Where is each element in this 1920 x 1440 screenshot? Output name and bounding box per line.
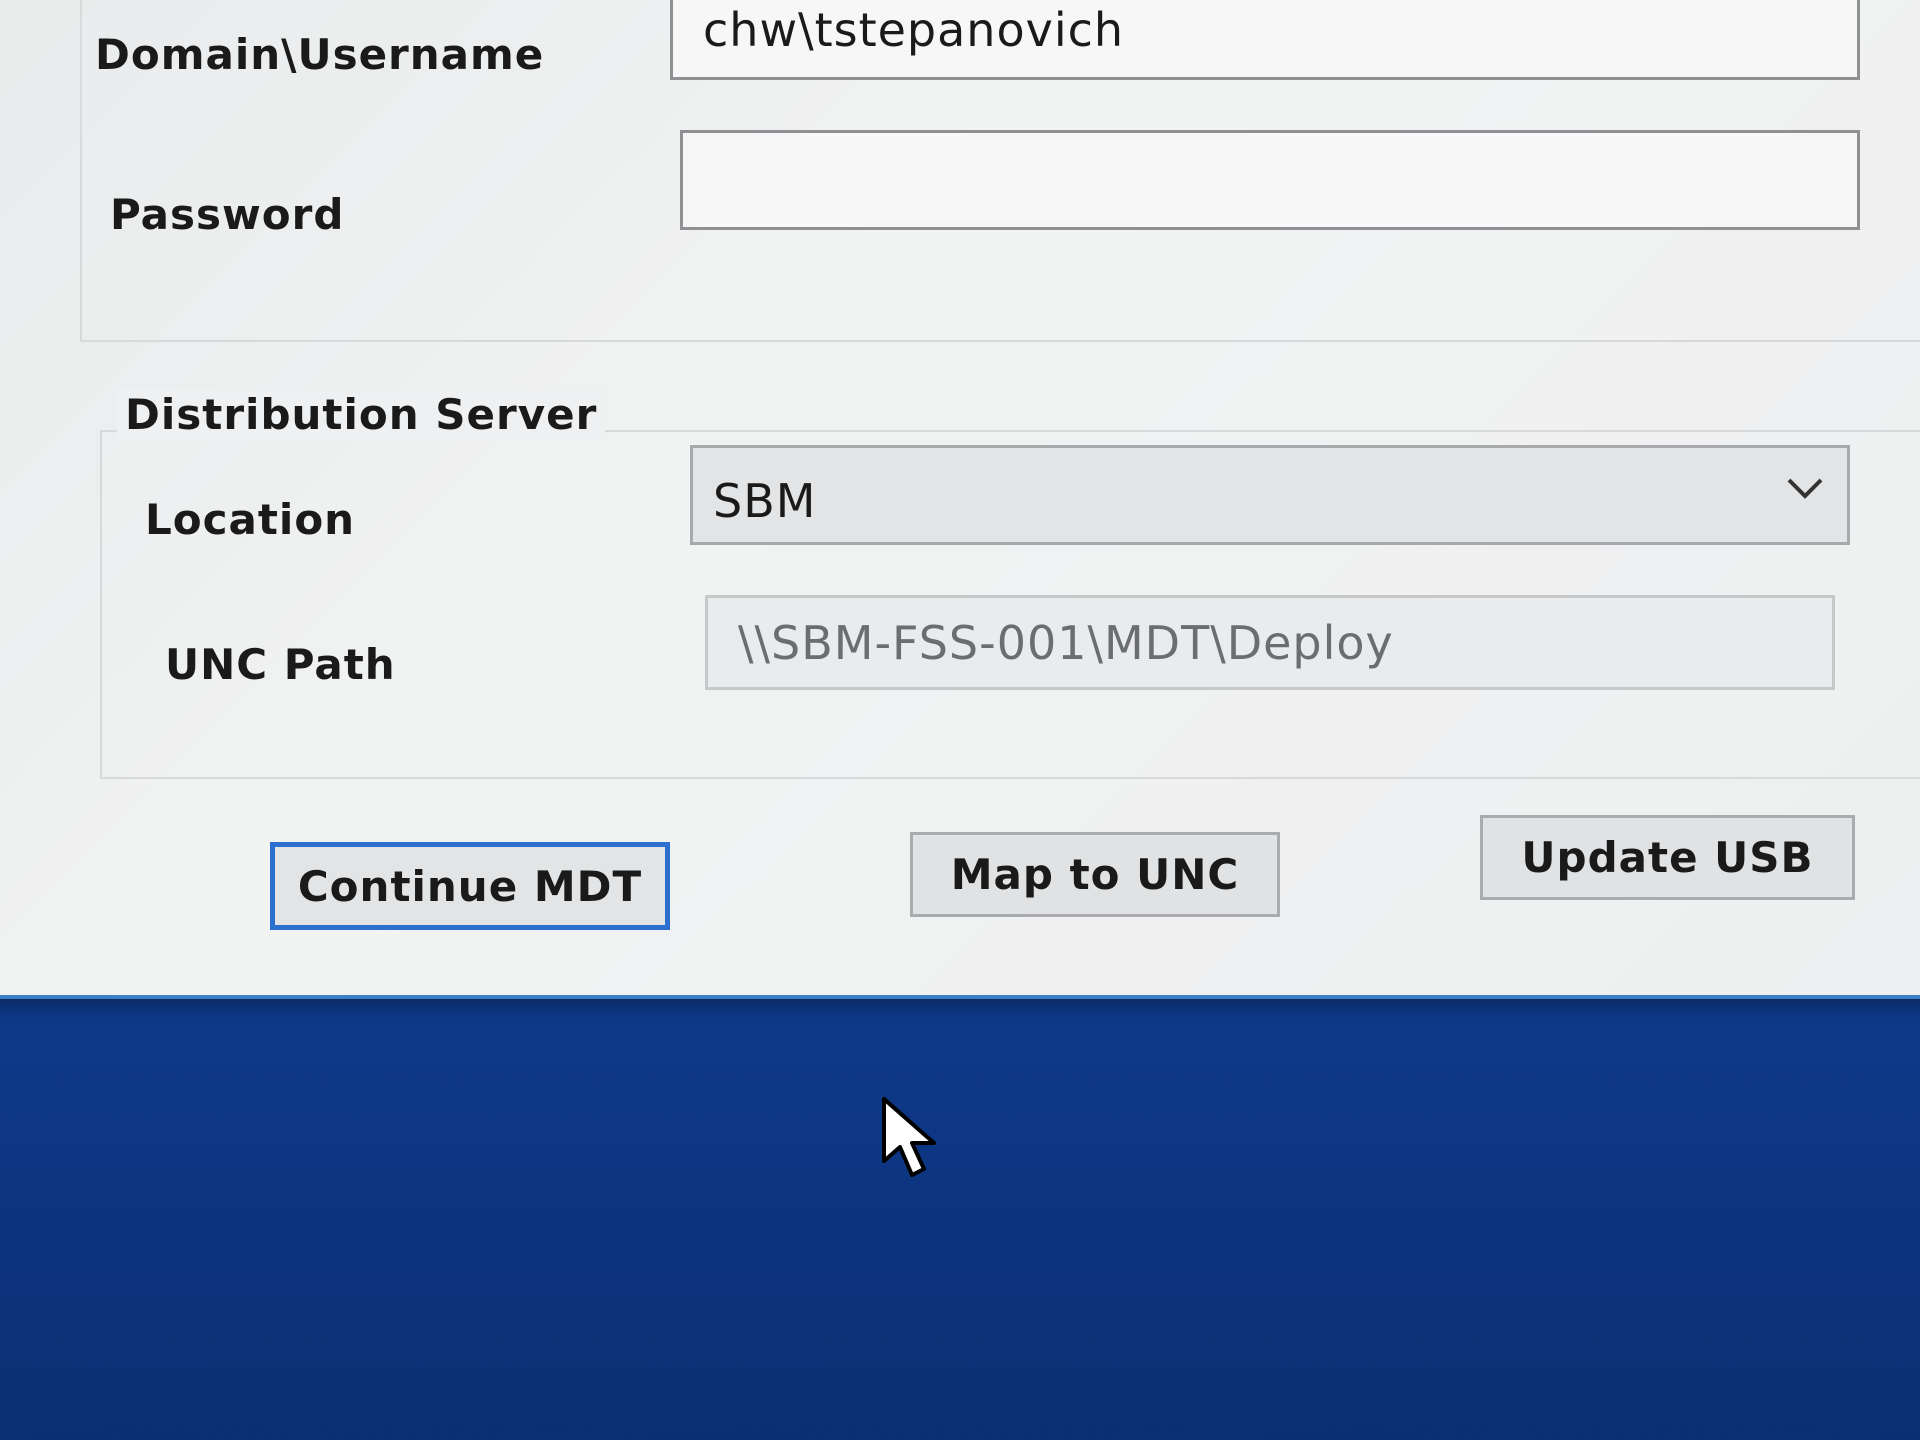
location-label: Location <box>145 495 356 544</box>
location-dropdown[interactable]: SBM <box>690 445 1850 545</box>
chevron-down-icon[interactable] <box>1783 466 1827 510</box>
map-to-unc-button[interactable]: Map to UNC <box>910 832 1280 917</box>
password-label: Password <box>110 190 345 239</box>
username-input[interactable] <box>670 0 1860 80</box>
update-usb-button[interactable]: Update USB <box>1480 815 1855 900</box>
mdt-dialog-window: Domain\Username Password Distribution Se… <box>0 0 1920 999</box>
location-selected-value: SBM <box>713 474 817 528</box>
password-input[interactable] <box>680 130 1860 230</box>
unc-path-label: UNC Path <box>165 640 396 689</box>
username-label: Domain\Username <box>95 30 545 79</box>
mouse-pointer-icon <box>882 1097 936 1177</box>
continue-mdt-button[interactable]: Continue MDT <box>270 842 670 930</box>
unc-path-input <box>705 595 1835 690</box>
distribution-server-title: Distribution Server <box>117 390 606 439</box>
